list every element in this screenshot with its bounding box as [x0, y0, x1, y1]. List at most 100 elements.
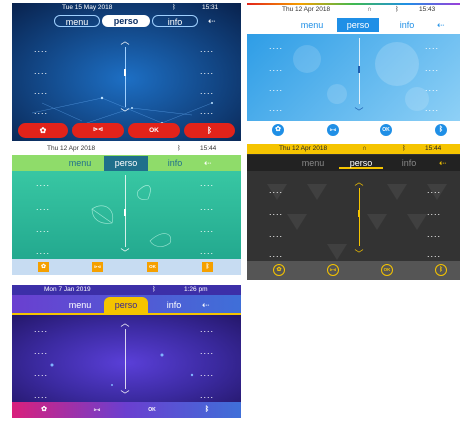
- right-key-4[interactable]: ....: [200, 391, 214, 400]
- right-key-3[interactable]: ....: [427, 230, 441, 239]
- bluetooth-button[interactable]: ᛒ: [184, 123, 235, 138]
- exit-icon[interactable]: ⇠: [204, 157, 212, 169]
- right-key-3[interactable]: ....: [200, 369, 214, 378]
- date-text: Thu 12 Apr 2018: [47, 145, 96, 152]
- mute-button[interactable]: ⊳⊲: [72, 123, 124, 138]
- right-key-2[interactable]: ....: [200, 67, 214, 76]
- left-key-3[interactable]: ....: [36, 225, 50, 234]
- tab-info[interactable]: info: [392, 19, 422, 31]
- exit-icon[interactable]: ⇠: [208, 15, 216, 27]
- tab-info[interactable]: info: [152, 15, 198, 27]
- mute-button[interactable]: ⊳⊲: [92, 262, 103, 272]
- left-key-4[interactable]: ....: [36, 247, 50, 256]
- left-key-2[interactable]: ....: [34, 67, 48, 76]
- left-key-2[interactable]: ....: [269, 64, 283, 73]
- left-key-4[interactable]: ....: [269, 250, 283, 259]
- scroll-thumb[interactable]: [124, 209, 126, 216]
- right-key-4[interactable]: ....: [427, 250, 441, 259]
- mute-icon: ⊳⊲: [93, 407, 101, 412]
- right-key-1[interactable]: ....: [425, 42, 439, 51]
- right-key-2[interactable]: ....: [200, 347, 214, 356]
- ok-button[interactable]: OK: [147, 262, 158, 272]
- left-key-1[interactable]: ....: [34, 325, 48, 334]
- right-key-3[interactable]: ....: [200, 87, 214, 96]
- scroll-up-icon[interactable]: ︿: [118, 319, 132, 328]
- tab-bar: menu perso info ⇠: [247, 155, 460, 171]
- right-key-1[interactable]: ....: [200, 179, 214, 188]
- settings-button[interactable]: ✿: [18, 123, 68, 138]
- left-key-3[interactable]: ....: [34, 369, 48, 378]
- ok-button[interactable]: OK: [380, 124, 392, 136]
- scroll-up-icon[interactable]: ︿: [352, 178, 366, 187]
- tab-perso[interactable]: perso: [102, 15, 150, 27]
- mute-button[interactable]: ⊳⊲: [90, 404, 104, 416]
- mute-button[interactable]: ⊳⊲: [327, 124, 339, 136]
- right-key-1[interactable]: ....: [200, 45, 214, 54]
- tab-menu[interactable]: menu: [292, 19, 332, 31]
- tab-perso[interactable]: perso: [104, 156, 148, 171]
- mute-button[interactable]: ⊳⊲: [327, 264, 339, 276]
- tab-menu[interactable]: menu: [54, 15, 100, 27]
- tab-info[interactable]: info: [160, 157, 190, 169]
- settings-button[interactable]: ✿: [272, 124, 284, 136]
- left-key-3[interactable]: ....: [34, 87, 48, 96]
- scroll-thumb[interactable]: [124, 69, 126, 76]
- ok-label: OK: [148, 407, 156, 413]
- scroll-up-icon[interactable]: ︿: [118, 37, 132, 46]
- scroll-thumb[interactable]: [358, 210, 360, 217]
- bluetooth-icon: ᛒ: [205, 264, 210, 270]
- scroll-down-icon[interactable]: ﹀: [352, 250, 366, 259]
- left-key-4[interactable]: ....: [34, 391, 48, 400]
- left-key-1[interactable]: ....: [269, 42, 283, 51]
- tab-info[interactable]: info: [158, 299, 190, 311]
- ok-button[interactable]: OK: [381, 264, 393, 276]
- right-key-1[interactable]: ....: [200, 325, 214, 334]
- bluetooth-button[interactable]: ᛒ: [435, 124, 447, 136]
- tab-info[interactable]: info: [395, 157, 423, 169]
- tab-menu[interactable]: menu: [62, 157, 98, 169]
- tab-menu[interactable]: menu: [60, 299, 100, 311]
- scroll-down-icon[interactable]: ﹀: [118, 391, 132, 400]
- right-key-4[interactable]: ....: [200, 247, 214, 256]
- left-key-2[interactable]: ....: [36, 203, 50, 212]
- right-key-2[interactable]: ....: [425, 64, 439, 73]
- settings-button[interactable]: ✿: [273, 264, 285, 276]
- right-key-3[interactable]: ....: [200, 225, 214, 234]
- panel-blue-theme: Tue 15 May 2018 ᛒ 15:31 menu perso info …: [12, 3, 241, 141]
- exit-icon[interactable]: ⇠: [202, 299, 210, 311]
- left-key-1[interactable]: ....: [34, 45, 48, 54]
- bluetooth-button[interactable]: ᛒ: [435, 264, 447, 276]
- right-key-2[interactable]: ....: [427, 208, 441, 217]
- left-key-1[interactable]: ....: [269, 186, 283, 195]
- left-key-1[interactable]: ....: [36, 179, 50, 188]
- scroll-down-icon[interactable]: ﹀: [118, 249, 132, 258]
- left-key-3[interactable]: ....: [269, 84, 283, 93]
- exit-icon[interactable]: ⇠: [439, 157, 447, 169]
- settings-button[interactable]: ✿: [37, 404, 51, 416]
- left-key-2[interactable]: ....: [34, 347, 48, 356]
- exit-icon[interactable]: ⇠: [437, 19, 445, 31]
- left-key-4[interactable]: ....: [269, 104, 283, 113]
- scroll-down-icon[interactable]: ﹀: [118, 109, 132, 118]
- settings-button[interactable]: ✿: [38, 262, 49, 272]
- tab-menu[interactable]: menu: [295, 157, 331, 169]
- right-key-3[interactable]: ....: [425, 84, 439, 93]
- right-key-2[interactable]: ....: [200, 203, 214, 212]
- right-key-1[interactable]: ....: [427, 186, 441, 195]
- tab-bar: menu perso info ⇠: [12, 155, 241, 171]
- right-key-4[interactable]: ....: [425, 104, 439, 113]
- panel-dark-theme: Thu 12 Apr 2018 ∩ ᛒ 15:44 menu perso inf…: [247, 144, 460, 280]
- ok-button[interactable]: OK: [128, 123, 180, 138]
- scroll-thumb[interactable]: [358, 66, 360, 73]
- tab-perso[interactable]: perso: [339, 157, 383, 169]
- bluetooth-button[interactable]: ᛒ: [200, 404, 214, 416]
- scroll-down-icon[interactable]: ﹀: [352, 108, 366, 117]
- tab-perso[interactable]: perso: [337, 18, 379, 32]
- left-key-2[interactable]: ....: [269, 208, 283, 217]
- left-key-3[interactable]: ....: [269, 230, 283, 239]
- right-key-4[interactable]: ....: [200, 107, 214, 116]
- ok-button[interactable]: OK: [145, 404, 159, 416]
- tab-perso[interactable]: perso: [104, 297, 148, 313]
- left-key-4[interactable]: ....: [34, 107, 48, 116]
- bluetooth-button[interactable]: ᛒ: [202, 262, 213, 272]
